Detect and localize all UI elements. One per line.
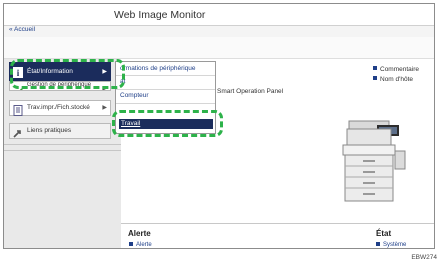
chevron-right-icon: ▶	[102, 105, 107, 111]
sidebar-divider	[4, 144, 121, 145]
document-icon	[13, 103, 23, 116]
callout-highlight-etat	[10, 59, 125, 89]
printer-image	[342, 120, 406, 202]
link-icon	[13, 126, 23, 138]
alert-title: Alerte	[128, 229, 151, 238]
device-name: Smart Operation Panel	[217, 88, 284, 95]
toolbar-strip	[4, 37, 434, 59]
app-title: Web Image Monitor	[114, 9, 206, 21]
header: Web Image Monitor	[4, 4, 434, 26]
comment-link[interactable]: Commentaire	[373, 66, 419, 73]
sidebar-item-label: Trav.impr./Fich.stocké	[27, 104, 90, 111]
hostname-link[interactable]: Nom d'hôte	[373, 76, 413, 83]
figure-code: EBW274	[411, 254, 437, 261]
alert-panel: Alerte Alerte État Système	[121, 223, 434, 248]
state-title: État	[376, 229, 392, 238]
submenu-divider	[116, 103, 215, 104]
sidebar-item-label: Liens pratiques	[27, 127, 72, 134]
sidebar-divider	[4, 150, 121, 151]
system-link[interactable]: Système	[376, 242, 406, 248]
screenshot: Web Image Monitor « Accueil i État/Infor…	[0, 0, 440, 263]
submenu-divider	[116, 75, 215, 76]
callout-highlight-travail	[112, 110, 223, 137]
home-link[interactable]: « Accueil	[9, 26, 35, 33]
submenu-divider	[116, 89, 215, 90]
browser-window: Web Image Monitor « Accueil i État/Infor…	[3, 3, 435, 249]
submenu-item-device-info[interactable]: ormations de périphérique	[120, 65, 196, 72]
submenu-item-compteur[interactable]: Compteur	[120, 92, 149, 99]
sidebar-item-trav-impr[interactable]: Trav.impr./Fich.stocké ▶	[9, 100, 111, 116]
breadcrumb: « Accueil	[4, 26, 434, 37]
sidebar-item-liens-pratiques[interactable]: Liens pratiques	[9, 123, 111, 139]
alert-link[interactable]: Alerte	[129, 242, 152, 248]
